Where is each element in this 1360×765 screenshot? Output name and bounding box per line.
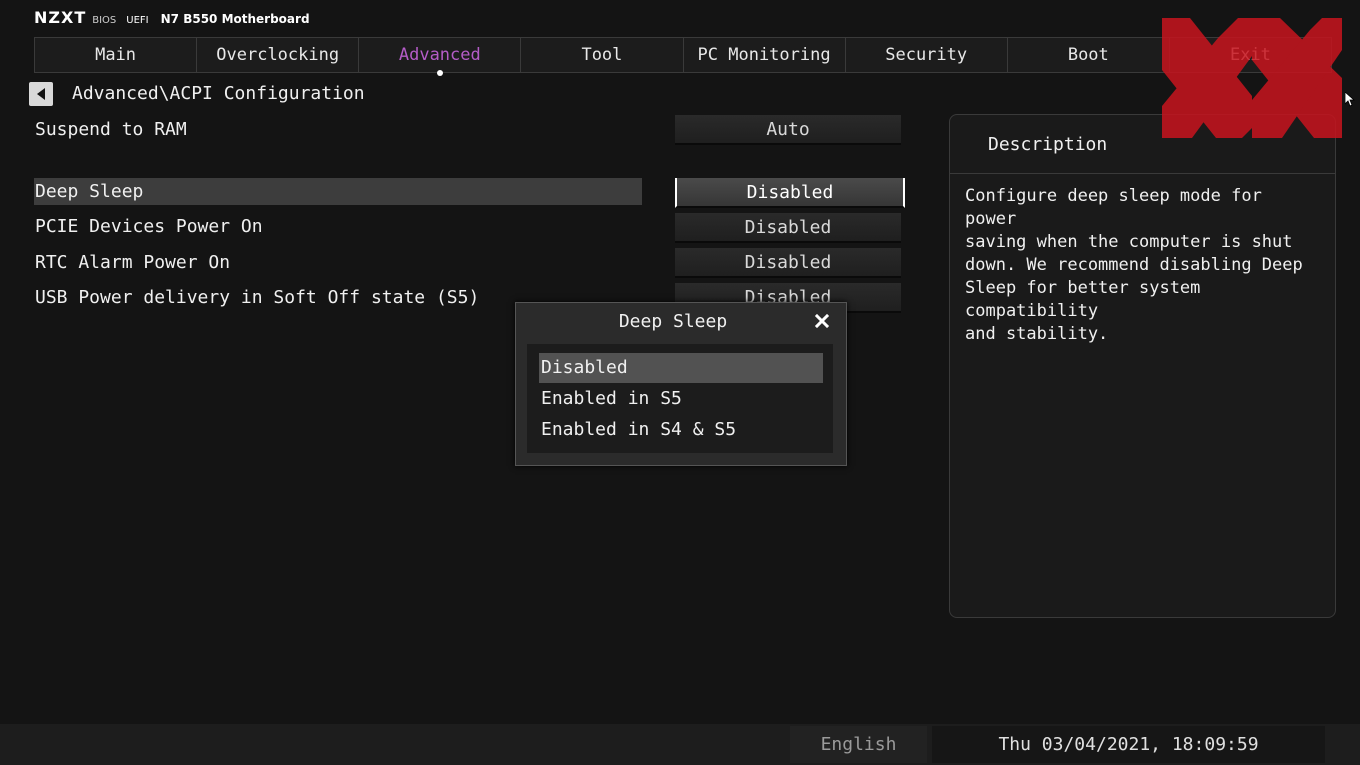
suspend-to-ram-value[interactable]: Auto bbox=[675, 115, 901, 145]
description-panel: Description Configure deep sleep mode fo… bbox=[949, 114, 1336, 618]
bios-label: BIOS bbox=[92, 15, 117, 26]
tab-exit[interactable]: Exit bbox=[1169, 37, 1332, 73]
bios-header: NZXT BIOS UEFI N7 B550 Motherboard bbox=[34, 8, 310, 30]
description-text: Configure deep sleep mode for power savi… bbox=[965, 186, 1303, 344]
tab-pc-monitoring[interactable]: PC Monitoring bbox=[683, 37, 846, 73]
option-disabled[interactable]: Disabled bbox=[539, 353, 823, 383]
description-title: Description bbox=[950, 115, 1335, 174]
setting-label-usb-power-s5: USB Power delivery in Soft Off state (S5… bbox=[35, 287, 480, 308]
date-time-display: Thu 03/04/2021, 18:09:59 bbox=[932, 726, 1325, 763]
dialog-title: Deep Sleep bbox=[618, 311, 728, 332]
uefi-label: UEFI bbox=[126, 15, 149, 26]
deep-sleep-dialog: Deep Sleep Disabled Enabled in S5 Enable… bbox=[515, 302, 847, 466]
rtc-alarm-value[interactable]: Disabled bbox=[675, 248, 901, 278]
tab-main[interactable]: Main bbox=[34, 37, 198, 73]
tab-overclocking[interactable]: Overclocking bbox=[197, 37, 360, 73]
close-button[interactable] bbox=[812, 311, 832, 331]
back-button[interactable] bbox=[29, 82, 53, 106]
tab-advanced[interactable]: Advanced bbox=[359, 37, 522, 76]
mouse-pointer-icon bbox=[1345, 92, 1355, 107]
deep-sleep-value[interactable]: Disabled bbox=[675, 178, 905, 208]
brand-logo: NZXT bbox=[34, 8, 87, 27]
tab-tool[interactable]: Tool bbox=[521, 37, 684, 73]
option-enabled-s4-s5[interactable]: Enabled in S4 & S5 bbox=[539, 415, 823, 445]
breadcrumb: Advanced\ACPI Configuration bbox=[72, 83, 365, 104]
triangle-left-icon bbox=[37, 88, 45, 100]
model-name: N7 B550 Motherboard bbox=[160, 12, 310, 26]
setting-label-rtc-alarm: RTC Alarm Power On bbox=[35, 252, 231, 273]
tab-security[interactable]: Security bbox=[845, 37, 1008, 73]
option-enabled-s5[interactable]: Enabled in S5 bbox=[539, 384, 823, 414]
pcie-power-on-value[interactable]: Disabled bbox=[675, 213, 901, 243]
setting-label-deep-sleep[interactable]: Deep Sleep bbox=[35, 178, 143, 205]
main-tab-bar: Main Overclocking Advanced Tool PC Monit… bbox=[34, 37, 1332, 76]
tab-boot[interactable]: Boot bbox=[1007, 37, 1170, 73]
setting-label-suspend-to-ram: Suspend to RAM bbox=[35, 119, 187, 140]
close-icon bbox=[815, 314, 829, 328]
language-selector[interactable]: English bbox=[790, 726, 927, 763]
option-list: Disabled Enabled in S5 Enabled in S4 & S… bbox=[527, 344, 833, 453]
setting-label-pcie-power-on: PCIE Devices Power On bbox=[35, 216, 263, 237]
